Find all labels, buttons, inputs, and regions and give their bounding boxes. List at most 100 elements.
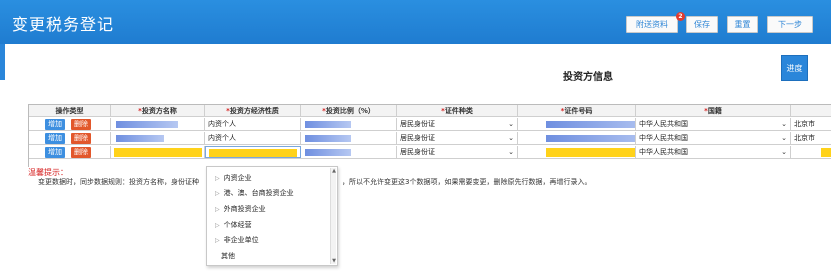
redacted-idno	[546, 121, 635, 128]
extra-field[interactable]: 北京市	[791, 132, 831, 144]
expand-arrow-icon: ▷	[215, 190, 220, 197]
option-label: 个体经营	[223, 221, 252, 229]
send-attachments-button[interactable]: 附送资料	[626, 16, 678, 33]
dropdown-scrollbar[interactable]: ▲ ▼	[330, 168, 336, 264]
investor-name-field[interactable]	[111, 146, 205, 158]
option-label: 港、澳、台商投资企业	[223, 189, 294, 197]
option-label: 内资企业	[223, 174, 252, 182]
tips-text-start: 变更数据时，同步数据规则：投资方名称，身份证种	[38, 178, 199, 186]
redacted-ratio	[305, 149, 351, 156]
expand-arrow-icon: ▷	[215, 175, 220, 182]
col-header-country: *国籍	[636, 105, 791, 116]
table-row: 增加 删除 居民身份证 ⌄ 中华人民共和国 ⌄	[29, 146, 831, 159]
idno-field[interactable]	[518, 146, 636, 158]
chevron-down-icon: ⌄	[508, 148, 514, 156]
idno-field[interactable]	[518, 132, 636, 144]
idtype-value: 居民身份证	[400, 148, 435, 156]
next-step-button[interactable]: 下一步	[767, 16, 813, 33]
required-highlight	[209, 149, 297, 157]
app-header: 变更税务登记 附送资料 2 保存 重置 下一步	[0, 0, 831, 44]
investor-name-field[interactable]	[111, 118, 205, 130]
chevron-down-icon: ⌄	[781, 120, 787, 128]
dropdown-option[interactable]: 其他	[221, 251, 235, 261]
expand-arrow-icon: ▷	[215, 237, 220, 244]
scroll-up-icon[interactable]: ▲	[331, 168, 337, 174]
add-row-button[interactable]: 增加	[45, 119, 65, 130]
required-highlight	[821, 148, 831, 157]
col-header-idno: *证件号码	[518, 105, 636, 116]
expand-arrow-icon: ▷	[215, 222, 220, 229]
reset-button[interactable]: 重置	[727, 16, 758, 33]
delete-row-button[interactable]: 删除	[71, 147, 91, 158]
col-header-econ: *投资方经济性质	[205, 105, 301, 116]
econ-nature-value: 内资个人	[208, 120, 236, 128]
table-row: 增加 删除 内资个人 居民身份证 ⌄ 中华人民共和国 ⌄ 北京市	[29, 132, 831, 145]
redacted-name	[116, 135, 164, 142]
col-header-op: 操作类型	[29, 105, 111, 116]
extra-value: 北京市	[794, 120, 815, 128]
required-highlight	[546, 148, 635, 157]
econ-nature-field[interactable]: 内资个人	[205, 132, 301, 144]
econ-nature-field[interactable]	[205, 146, 301, 158]
investor-name-field[interactable]	[111, 132, 205, 144]
idtype-value: 居民身份证	[400, 134, 435, 142]
add-row-button[interactable]: 增加	[45, 133, 65, 144]
redacted-idno	[546, 135, 635, 142]
col-header-ratio: *投资比例（%）	[301, 105, 397, 116]
extra-field[interactable]	[791, 146, 831, 158]
attachments-count-badge: 2	[676, 12, 685, 21]
chevron-down-icon: ⌄	[508, 120, 514, 128]
table-row: 增加 删除 内资个人 居民身份证 ⌄ 中华人民共和国 ⌄ 北京市	[29, 118, 831, 131]
op-cell: 增加 删除	[29, 132, 111, 144]
dropdown-option[interactable]: ▷ 个体经营	[215, 220, 252, 230]
table-header-row: 操作类型 *投资方名称 *投资方经济性质 *投资比例（%） *证件种类 *证件号…	[29, 104, 831, 117]
chevron-down-icon: ⌄	[781, 148, 787, 156]
extra-field[interactable]: 北京市	[791, 118, 831, 130]
col-header-name: *投资方名称	[111, 105, 205, 116]
dropdown-option[interactable]: ▷ 非企业单位	[215, 235, 259, 245]
idtype-select[interactable]: 居民身份证 ⌄	[397, 132, 518, 144]
idtype-value: 居民身份证	[400, 120, 435, 128]
progress-button[interactable]: 进度	[781, 55, 808, 81]
dropdown-option[interactable]: ▷ 内资企业	[215, 173, 252, 183]
save-button[interactable]: 保存	[686, 16, 718, 33]
app-title: 变更税务登记	[12, 15, 115, 34]
country-value: 中华人民共和国	[639, 120, 688, 128]
ratio-field[interactable]	[301, 118, 397, 130]
investor-table: 操作类型 *投资方名称 *投资方经济性质 *投资比例（%） *证件种类 *证件号…	[28, 104, 831, 167]
country-select[interactable]: 中华人民共和国 ⌄	[636, 132, 791, 144]
econ-nature-dropdown: ▷ 内资企业 ▷ 港、澳、台商投资企业 ▷ 外商投资企业 ▷ 个体经营 ▷ 非企业单位 其…	[206, 166, 338, 266]
idno-field[interactable]	[518, 118, 636, 130]
option-label: 非企业单位	[223, 236, 259, 244]
expand-arrow-icon: ▷	[215, 206, 220, 213]
option-label: 外商投资企业	[223, 205, 266, 213]
scroll-down-icon[interactable]: ▼	[331, 258, 337, 264]
delete-row-button[interactable]: 删除	[71, 119, 91, 130]
tips-text-end: ，所以不允许变更这3个数据项，如果需要变更，删除原先行数据，再增行录入。	[342, 178, 592, 186]
ratio-field[interactable]	[301, 146, 397, 158]
delete-row-button[interactable]: 删除	[71, 133, 91, 144]
chevron-down-icon: ⌄	[508, 134, 514, 142]
econ-nature-value: 内资个人	[208, 134, 236, 142]
option-label: 其他	[221, 252, 235, 260]
country-select[interactable]: 中华人民共和国 ⌄	[636, 118, 791, 130]
idtype-select[interactable]: 居民身份证 ⌄	[397, 146, 518, 158]
idtype-select[interactable]: 居民身份证 ⌄	[397, 118, 518, 130]
redacted-ratio	[305, 121, 351, 128]
extra-value: 北京市	[794, 134, 815, 142]
section-title: 投资方信息	[563, 72, 613, 83]
op-cell: 增加 删除	[29, 146, 111, 158]
country-select[interactable]: 中华人民共和国 ⌄	[636, 146, 791, 158]
dropdown-option[interactable]: ▷ 外商投资企业	[215, 204, 266, 214]
chevron-down-icon: ⌄	[781, 134, 787, 142]
econ-nature-field[interactable]: 内资个人	[205, 118, 301, 130]
col-header-idtype: *证件种类	[397, 105, 518, 116]
country-value: 中华人民共和国	[639, 148, 688, 156]
ratio-field[interactable]	[301, 132, 397, 144]
redacted-name	[116, 121, 178, 128]
col-header-extra	[791, 105, 831, 116]
dropdown-option[interactable]: ▷ 港、澳、台商投资企业	[215, 188, 294, 198]
add-row-button[interactable]: 增加	[45, 147, 65, 158]
left-edge-strip	[0, 44, 5, 80]
redacted-ratio	[305, 135, 351, 142]
